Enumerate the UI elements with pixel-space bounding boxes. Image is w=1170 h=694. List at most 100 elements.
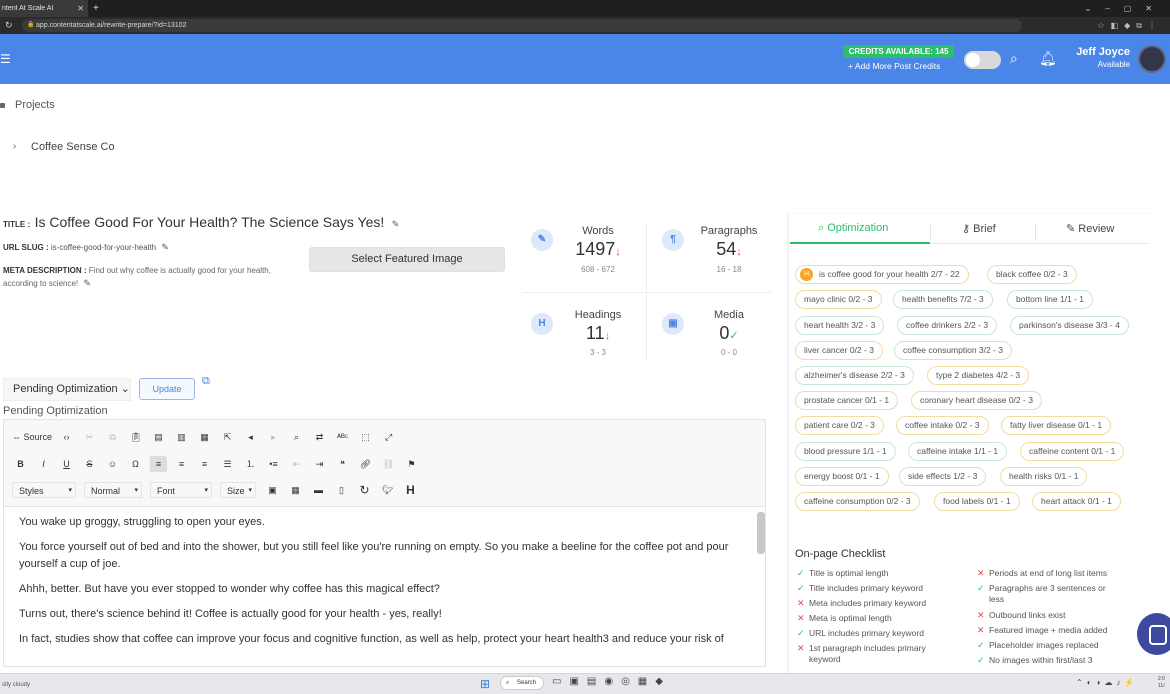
image-icon[interactable]: ▣ — [264, 482, 281, 498]
keyword-pill[interactable]: type 2 diabetes 4/2 - 3 — [927, 366, 1030, 385]
horizontal-rule-icon[interactable]: ▬ — [310, 482, 327, 498]
keyword-pill[interactable]: health risks 0/1 - 1 — [1000, 467, 1088, 486]
special-char-icon[interactable]: Ω — [127, 456, 144, 472]
keyword-pill[interactable]: fatty liver disease 0/1 - 1 — [1001, 416, 1112, 435]
unlink-icon[interactable]: ⛓ — [380, 456, 397, 472]
keyword-pill[interactable]: energy boost 0/1 - 1 — [795, 467, 889, 486]
select-featured-image-button[interactable]: Select Featured Image — [309, 247, 505, 272]
keyword-pill[interactable]: heart attack 0/1 - 1 — [1032, 492, 1121, 511]
cut-icon[interactable]: ✂ — [81, 429, 98, 445]
justify-icon[interactable]: ☰ — [219, 456, 236, 472]
update-button[interactable]: Update — [139, 378, 195, 400]
format-dropdown[interactable]: Normal — [84, 482, 142, 499]
numbered-list-icon[interactable]: ⒈ — [242, 456, 259, 472]
close-tab-icon[interactable]: ✕ — [77, 0, 84, 17]
keyword-pill[interactable]: heart health 3/2 - 3 — [795, 316, 885, 335]
keyword-pill[interactable]: coronary heart disease 0/2 - 3 — [911, 391, 1042, 410]
keyword-pill[interactable]: prostate cancer 0/1 - 1 — [795, 391, 899, 410]
bullet-list-icon[interactable]: •≡ — [265, 456, 282, 472]
browser-tab[interactable]: ntent At Scale AI ✕ — [0, 0, 88, 17]
breadcrumb-projects[interactable]: Projects — [15, 99, 55, 111]
weather-widget[interactable]: stly cloudy — [2, 682, 30, 688]
edit-title-icon[interactable]: ✎ — [392, 219, 400, 229]
user-name[interactable]: Jeff Joyce — [1070, 46, 1130, 58]
edit-slug-icon[interactable]: ✎ — [161, 242, 169, 252]
keyword-pill[interactable]: food labels 0/1 - 1 — [934, 492, 1020, 511]
keyword-pill[interactable]: caffeine consumption 0/2 - 3 — [795, 492, 920, 511]
avatar[interactable] — [1138, 45, 1166, 73]
paste-icon[interactable]: 📋︎ — [127, 429, 144, 445]
keyword-pill[interactable]: bottom line 1/1 - 1 — [1007, 290, 1094, 309]
align-center-icon[interactable]: ≡ — [173, 456, 190, 472]
strike-icon[interactable]: S — [81, 456, 98, 472]
keyword-pill[interactable]: caffeine content 0/1 - 1 — [1020, 442, 1125, 461]
taskbar-apps[interactable]: ▭▣▤◉◎▦◆ — [552, 676, 671, 687]
code-icon[interactable]: ‹› — [58, 429, 75, 445]
twitter-icon[interactable]: 🐦︎ — [379, 482, 396, 498]
font-dropdown[interactable]: Font — [150, 482, 212, 499]
extension-icons[interactable]: ☆◧◆⧉⋮ — [1097, 17, 1162, 34]
search-icon[interactable]: ⌕ — [1010, 50, 1018, 67]
tab-review[interactable]: ✎ Review — [1066, 222, 1114, 235]
undo-icon[interactable]: ◂ — [242, 429, 259, 445]
bold-icon[interactable]: B — [12, 456, 29, 472]
mode-toggle[interactable] — [964, 51, 1001, 69]
keyword-pill[interactable]: blood pressure 1/1 - 1 — [795, 442, 896, 461]
spellcheck-icon[interactable]: ᴬᴮᶜ — [334, 429, 351, 445]
system-tray[interactable]: ⌃◐◑☁♪⚡ — [1076, 678, 1138, 687]
refresh-icon[interactable]: ↻ — [356, 482, 373, 498]
keyword-pill[interactable]: black coffee 0/2 - 3 — [987, 265, 1077, 284]
underline-icon[interactable]: U — [58, 456, 75, 472]
link-icon[interactable]: 🔗︎ — [357, 456, 374, 472]
outdent-icon[interactable]: ⇤ — [288, 456, 305, 472]
export-icon[interactable]: ⇱ — [219, 429, 236, 445]
source-button[interactable]: ⇔ Source — [12, 429, 52, 445]
template-icon[interactable]: ▦ — [196, 429, 213, 445]
anchor-flag-icon[interactable]: ⚑ — [403, 456, 420, 472]
size-dropdown[interactable]: Size — [220, 482, 256, 499]
indent-icon[interactable]: ⇥ — [311, 456, 328, 472]
menu-icon[interactable]: ☰ — [0, 52, 11, 66]
find-icon[interactable]: ⌕ — [288, 429, 305, 445]
replace-icon[interactable]: ⇄ — [311, 429, 328, 445]
edit-meta-icon[interactable]: ✎ — [83, 278, 91, 288]
tab-optimization[interactable]: ⌕ Optimization — [818, 222, 888, 235]
keyword-pill[interactable]: patient care 0/2 - 3 — [795, 416, 884, 435]
taskbar-search[interactable]: ⌕ Search — [500, 676, 544, 690]
keyword-pill[interactable]: coffee consumption 3/2 - 3 — [894, 341, 1013, 360]
keyword-pill[interactable]: coffee drinkers 2/2 - 3 — [897, 316, 998, 335]
keyword-pill[interactable]: His coffee good for your health 2/7 - 22 — [795, 265, 969, 284]
align-left-icon[interactable]: ≡ — [150, 456, 167, 472]
external-link-icon[interactable]: ⧉ — [202, 375, 210, 388]
editor-content[interactable]: You wake up groggy, struggling to open y… — [3, 507, 766, 667]
align-right-icon[interactable]: ≡ — [196, 456, 213, 472]
windows-start-icon[interactable]: ⊞ — [480, 677, 490, 691]
new-tab-button[interactable]: + — [93, 0, 99, 17]
table-icon[interactable]: ▦ — [287, 482, 304, 498]
paste-word-icon[interactable]: ▥ — [173, 429, 190, 445]
blockquote-icon[interactable]: ❝ — [334, 456, 351, 472]
heading-insert-icon[interactable]: H — [402, 482, 419, 498]
maximize-icon[interactable]: ⤢ — [380, 429, 397, 445]
styles-dropdown[interactable]: Styles — [12, 482, 76, 499]
tab-brief[interactable]: ⚷ Brief — [962, 222, 996, 235]
keyword-pill[interactable]: mayo clinic 0/2 - 3 — [795, 290, 882, 309]
reload-icon[interactable]: ↻ — [5, 17, 13, 34]
url-input[interactable]: 🔒 app.contentatscale.ai/rewrite-prepare/… — [22, 19, 1022, 32]
select-all-icon[interactable]: ⬚ — [357, 429, 374, 445]
keyword-pill[interactable]: alzheimer's disease 2/2 - 3 — [795, 366, 914, 385]
keyword-pill[interactable]: side effects 1/2 - 3 — [899, 467, 987, 486]
status-select[interactable]: Pending Optimization ⌄ — [3, 378, 131, 401]
window-controls[interactable]: ⌄–▢✕ — [1085, 0, 1166, 17]
editor-scrollbar[interactable] — [757, 512, 765, 554]
emoji-icon[interactable]: ☺ — [104, 456, 121, 472]
keyword-pill[interactable]: caffeine intake 1/1 - 1 — [908, 442, 1008, 461]
breadcrumb-project[interactable]: Coffee Sense Co — [31, 141, 115, 153]
add-credits-link[interactable]: + Add More Post Credits — [848, 61, 940, 71]
page-break-icon[interactable]: ▯ — [333, 482, 350, 498]
keyword-pill[interactable]: coffee intake 0/2 - 3 — [896, 416, 989, 435]
keyword-pill[interactable]: liver cancer 0/2 - 3 — [795, 341, 883, 360]
keyword-pill[interactable]: parkinson's disease 3/3 - 4 — [1010, 316, 1129, 335]
bell-icon[interactable]: 🔔︎ — [1039, 50, 1057, 67]
italic-icon[interactable]: I — [35, 456, 52, 472]
